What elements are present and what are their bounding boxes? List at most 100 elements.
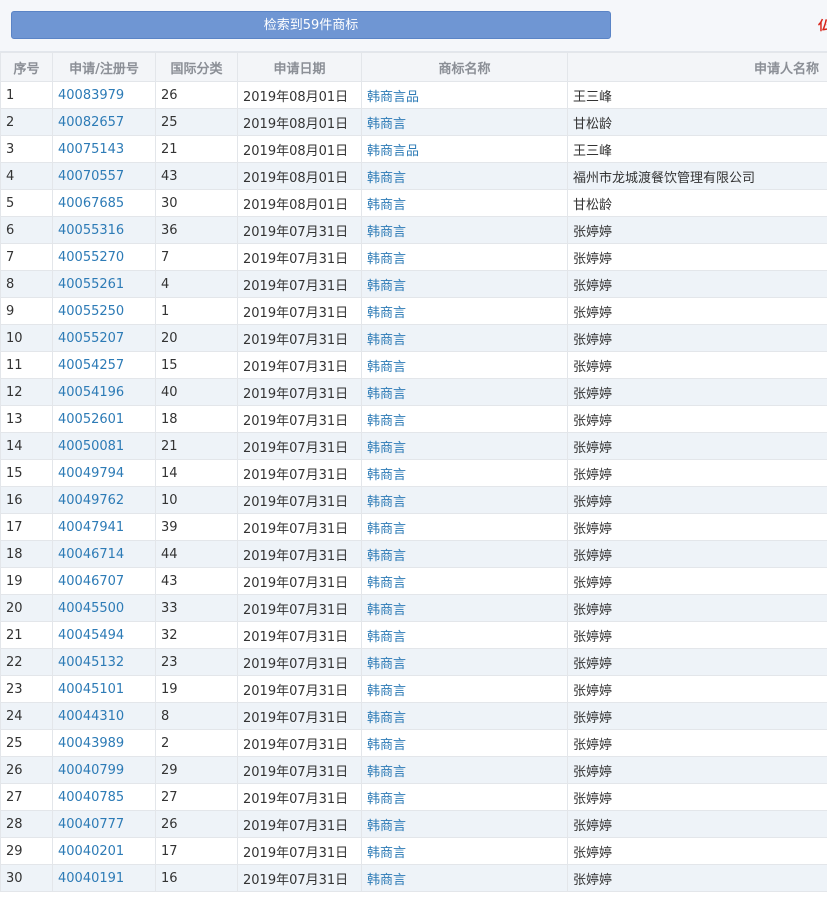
table-row: 1 40083979 26 2019年08月01日 韩商言品 王三峰	[0, 81, 827, 109]
registration-number-link[interactable]: 40044310	[58, 709, 124, 724]
table-cell: 4	[155, 270, 238, 298]
registration-number-link[interactable]: 40070557	[58, 169, 124, 184]
table-cell: 40055270	[52, 243, 156, 271]
trademark-name-link[interactable]: 韩商言	[367, 360, 406, 375]
trademark-name-link[interactable]: 韩商言	[367, 711, 406, 726]
registration-number-link[interactable]: 40040191	[58, 871, 124, 886]
registration-number-link[interactable]: 40045500	[58, 601, 124, 616]
registration-number-link[interactable]: 40045494	[58, 628, 124, 643]
table-row: 15 40049794 14 2019年07月31日 韩商言 张婷婷	[0, 459, 827, 487]
applicant-name: 王三峰	[573, 89, 613, 105]
registration-number-link[interactable]: 40040777	[58, 817, 124, 832]
trademark-name-link[interactable]: 韩商言品	[367, 90, 419, 105]
trademark-name-link[interactable]: 韩商言	[367, 117, 406, 132]
applicant-name: 张婷婷	[573, 332, 613, 348]
trademark-name-link[interactable]: 韩商言	[367, 765, 406, 780]
trademark-name-link[interactable]: 韩商言	[367, 630, 406, 645]
applicant-name: 张婷婷	[573, 683, 613, 699]
table-cell: 21	[0, 621, 53, 649]
registration-number-link[interactable]: 40055316	[58, 223, 124, 238]
applicant-name: 张婷婷	[573, 305, 613, 321]
trademark-name-link[interactable]: 韩商言	[367, 819, 406, 834]
registration-number-link[interactable]: 40055261	[58, 277, 124, 292]
table-cell: 2019年07月31日	[237, 459, 362, 487]
table-cell: 40045494	[52, 621, 156, 649]
row-index: 4	[6, 168, 15, 184]
registration-number-link[interactable]: 40055250	[58, 304, 124, 319]
registration-number-link[interactable]: 40054257	[58, 358, 124, 373]
registration-number-link[interactable]: 40043989	[58, 736, 124, 751]
trademark-name-link[interactable]: 韩商言	[367, 549, 406, 564]
trademark-name-link[interactable]: 韩商言	[367, 198, 406, 213]
trademark-name-link[interactable]: 韩商言	[367, 657, 406, 672]
registration-number-link[interactable]: 40050081	[58, 439, 124, 454]
applicant-name: 福州市龙城渡餐饮管理有限公司	[573, 170, 756, 186]
edge-indicator: 仏	[817, 19, 827, 34]
trademark-name-link[interactable]: 韩商言	[367, 603, 406, 618]
trademark-name-link[interactable]: 韩商言	[367, 495, 406, 510]
application-date: 2019年07月31日	[243, 656, 349, 672]
registration-number-link[interactable]: 40047941	[58, 520, 124, 535]
registration-number-link[interactable]: 40083979	[58, 88, 124, 103]
application-date: 2019年07月31日	[243, 629, 349, 645]
table-row: 8 40055261 4 2019年07月31日 韩商言 张婷婷	[0, 270, 827, 298]
registration-number-link[interactable]: 40045101	[58, 682, 124, 697]
table-row: 29 40040201 17 2019年07月31日 韩商言 张婷婷	[0, 837, 827, 865]
table-cell: 韩商言	[361, 459, 568, 487]
registration-number-link[interactable]: 40040201	[58, 844, 124, 859]
application-date: 2019年07月31日	[243, 224, 349, 240]
international-class: 44	[161, 546, 178, 562]
trademark-name-link[interactable]: 韩商言	[367, 576, 406, 591]
registration-number-link[interactable]: 40067685	[58, 196, 124, 211]
trademark-name-link[interactable]: 韩商言	[367, 279, 406, 294]
trademark-name-link[interactable]: 韩商言	[367, 522, 406, 537]
registration-number-link[interactable]: 40082657	[58, 115, 124, 130]
registration-number-link[interactable]: 40055270	[58, 250, 124, 265]
trademark-name-link[interactable]: 韩商言	[367, 441, 406, 456]
table-cell: 28	[0, 810, 53, 838]
table-cell: 韩商言	[361, 837, 568, 865]
table-cell: 40055316	[52, 216, 156, 244]
registration-number-link[interactable]: 40049794	[58, 466, 124, 481]
application-date: 2019年07月31日	[243, 332, 349, 348]
trademark-name-link[interactable]: 韩商言	[367, 684, 406, 699]
trademark-name-link[interactable]: 韩商言品	[367, 144, 419, 159]
table-cell: 2019年07月31日	[237, 864, 362, 892]
trademark-name-link[interactable]: 韩商言	[367, 333, 406, 348]
international-class: 10	[161, 492, 178, 508]
trademark-name-link[interactable]: 韩商言	[367, 387, 406, 402]
registration-number-link[interactable]: 40049762	[58, 493, 124, 508]
table-cell: 张婷婷	[567, 594, 827, 622]
registration-number-link[interactable]: 40054196	[58, 385, 124, 400]
application-date: 2019年07月31日	[243, 413, 349, 429]
registration-number-link[interactable]: 40040799	[58, 763, 124, 778]
table-cell: 2019年07月31日	[237, 648, 362, 676]
trademark-name-link[interactable]: 韩商言	[367, 468, 406, 483]
table-cell: 40054196	[52, 378, 156, 406]
trademark-name-link[interactable]: 韩商言	[367, 846, 406, 861]
registration-number-link[interactable]: 40052601	[58, 412, 124, 427]
trademark-name-link[interactable]: 韩商言	[367, 171, 406, 186]
registration-number-link[interactable]: 40045132	[58, 655, 124, 670]
trademark-name-link[interactable]: 韩商言	[367, 873, 406, 888]
result-count-button[interactable]: 检索到59件商标	[11, 11, 611, 39]
trademark-name-link[interactable]: 韩商言	[367, 252, 406, 267]
registration-number-link[interactable]: 40055207	[58, 331, 124, 346]
trademark-name-link[interactable]: 韩商言	[367, 306, 406, 321]
table-cell: 张婷婷	[567, 216, 827, 244]
registration-number-link[interactable]: 40040785	[58, 790, 124, 805]
applicant-name: 张婷婷	[573, 818, 613, 834]
registration-number-link[interactable]: 40075143	[58, 142, 124, 157]
trademark-name-link[interactable]: 韩商言	[367, 792, 406, 807]
table-row: 26 40040799 29 2019年07月31日 韩商言 张婷婷	[0, 756, 827, 784]
registration-number-link[interactable]: 40046707	[58, 574, 124, 589]
trademark-name-link[interactable]: 韩商言	[367, 414, 406, 429]
table-cell: 2019年08月01日	[237, 108, 362, 136]
table-cell: 福州市龙城渡餐饮管理有限公司	[567, 162, 827, 190]
table-cell: 17	[0, 513, 53, 541]
trademark-name-link[interactable]: 韩商言	[367, 738, 406, 753]
trademark-name-link[interactable]: 韩商言	[367, 225, 406, 240]
table-row: 16 40049762 10 2019年07月31日 韩商言 张婷婷	[0, 486, 827, 514]
table-cell: 张婷婷	[567, 756, 827, 784]
registration-number-link[interactable]: 40046714	[58, 547, 124, 562]
